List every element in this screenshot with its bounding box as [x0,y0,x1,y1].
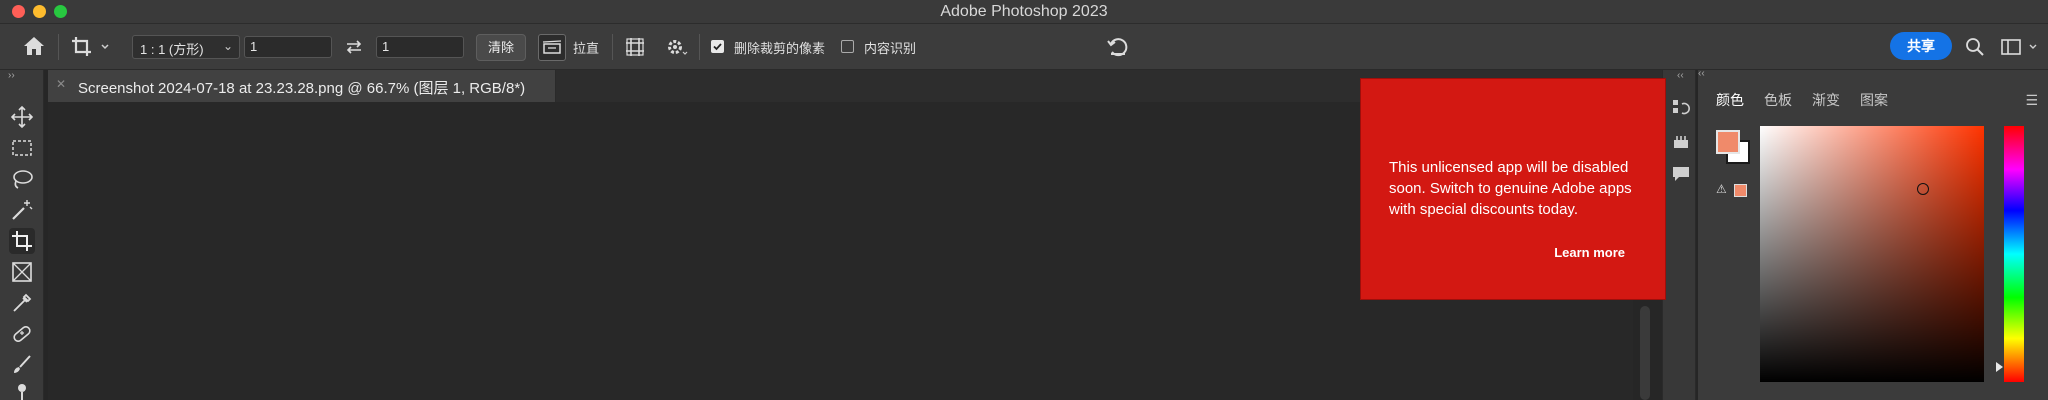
overlay-grid-icon[interactable] [624,36,646,58]
collapse-right-icon[interactable]: ‹‹ [1698,68,1705,79]
options-bar: 1 : 1 (方形) ⌄ 1 1 清除 拉直 删除裁剪的像素 内容识别 共享 [0,24,2048,70]
properties-icon[interactable] [1671,132,1691,152]
tab-color[interactable]: 颜色 [1716,90,1744,110]
expand-panel-icon[interactable]: ›› [8,70,15,81]
tool-bar: ›› [0,70,44,400]
marquee-tool-icon[interactable] [9,135,35,161]
move-tool-icon[interactable] [9,104,35,130]
hue-slider[interactable] [2004,126,2024,382]
gear-icon[interactable] [664,36,688,58]
gamut-color-chip[interactable] [1734,184,1747,197]
tab-gradients[interactable]: 渐变 [1812,90,1840,110]
chevron-down-icon: ⌄ [222,39,233,53]
eyedropper-tool-icon[interactable] [9,290,35,316]
hue-slider-handle[interactable] [1996,362,2003,372]
color-panel-tabs: 颜色 色板 渐变 图案 ☰ [1698,86,2048,112]
saturation-value-picker[interactable] [1760,126,1984,382]
history-icon[interactable] [1671,98,1691,118]
aspect-ratio-value: 1 : 1 (方形) [140,42,204,57]
panel-icon-strip: ‹‹ [1662,70,1696,400]
search-icon[interactable] [1965,37,1985,57]
tab-patterns[interactable]: 图案 [1860,90,1888,110]
share-button[interactable]: 共享 [1890,32,1952,60]
close-tab-icon[interactable]: ✕ [56,77,66,91]
clone-stamp-tool-icon[interactable] [9,382,35,400]
unlicensed-app-notification: This unlicensed app will be disabled soo… [1360,78,1666,300]
crop-tool-icon[interactable] [9,228,35,254]
color-picker-cursor[interactable] [1917,183,1929,195]
notification-message: This unlicensed app will be disabled soo… [1389,159,1632,218]
app-title: Adobe Photoshop 2023 [940,3,1108,20]
brush-tool-icon[interactable] [9,352,35,378]
clear-button[interactable]: 清除 [476,34,526,61]
tab-swatches[interactable]: 色板 [1764,90,1792,110]
color-panel: ‹‹ 颜色 色板 渐变 图案 ☰ ⚠ [1698,68,2048,400]
content-aware-checkbox[interactable] [841,40,854,53]
content-aware-label: 内容识别 [864,41,917,56]
title-bar: Adobe Photoshop 2023 [0,0,2048,24]
document-tab-title: Screenshot 2024-07-18 at 23.23.28.png @ … [78,80,526,97]
foreground-color-swatch[interactable] [1716,130,1740,154]
magic-wand-tool-icon[interactable] [9,197,35,223]
crop-width-input[interactable]: 1 [244,36,332,58]
swap-dimensions-icon[interactable] [344,37,364,57]
healing-tool-icon[interactable] [9,321,35,347]
panel-menu-icon[interactable]: ☰ [2025,92,2038,109]
frame-tool-icon[interactable] [9,259,35,285]
workspace-icon[interactable] [2000,37,2040,57]
collapse-left-icon[interactable]: ‹‹ [1677,70,1684,81]
document-tab[interactable]: ✕ Screenshot 2024-07-18 at 23.23.28.png … [48,70,556,102]
crop-tool-preset-icon[interactable] [70,35,110,59]
comments-icon[interactable] [1671,164,1691,184]
reset-icon[interactable] [1106,35,1130,59]
lasso-tool-icon[interactable] [9,166,35,192]
checkmark-icon [713,43,722,51]
gamut-warning-icon[interactable]: ⚠ [1716,182,1727,196]
delete-cropped-checkbox[interactable] [711,40,724,53]
straighten-button[interactable] [538,34,566,61]
learn-more-link[interactable]: Learn more [1554,245,1625,260]
vertical-scrollbar[interactable] [1640,306,1650,400]
crop-height-input[interactable]: 1 [376,36,464,58]
straighten-icon [542,40,562,54]
home-icon[interactable] [22,35,46,57]
delete-cropped-label: 删除裁剪的像素 [734,41,826,56]
straighten-label: 拉直 [573,41,600,56]
aspect-ratio-select[interactable]: 1 : 1 (方形) ⌄ [132,35,240,59]
